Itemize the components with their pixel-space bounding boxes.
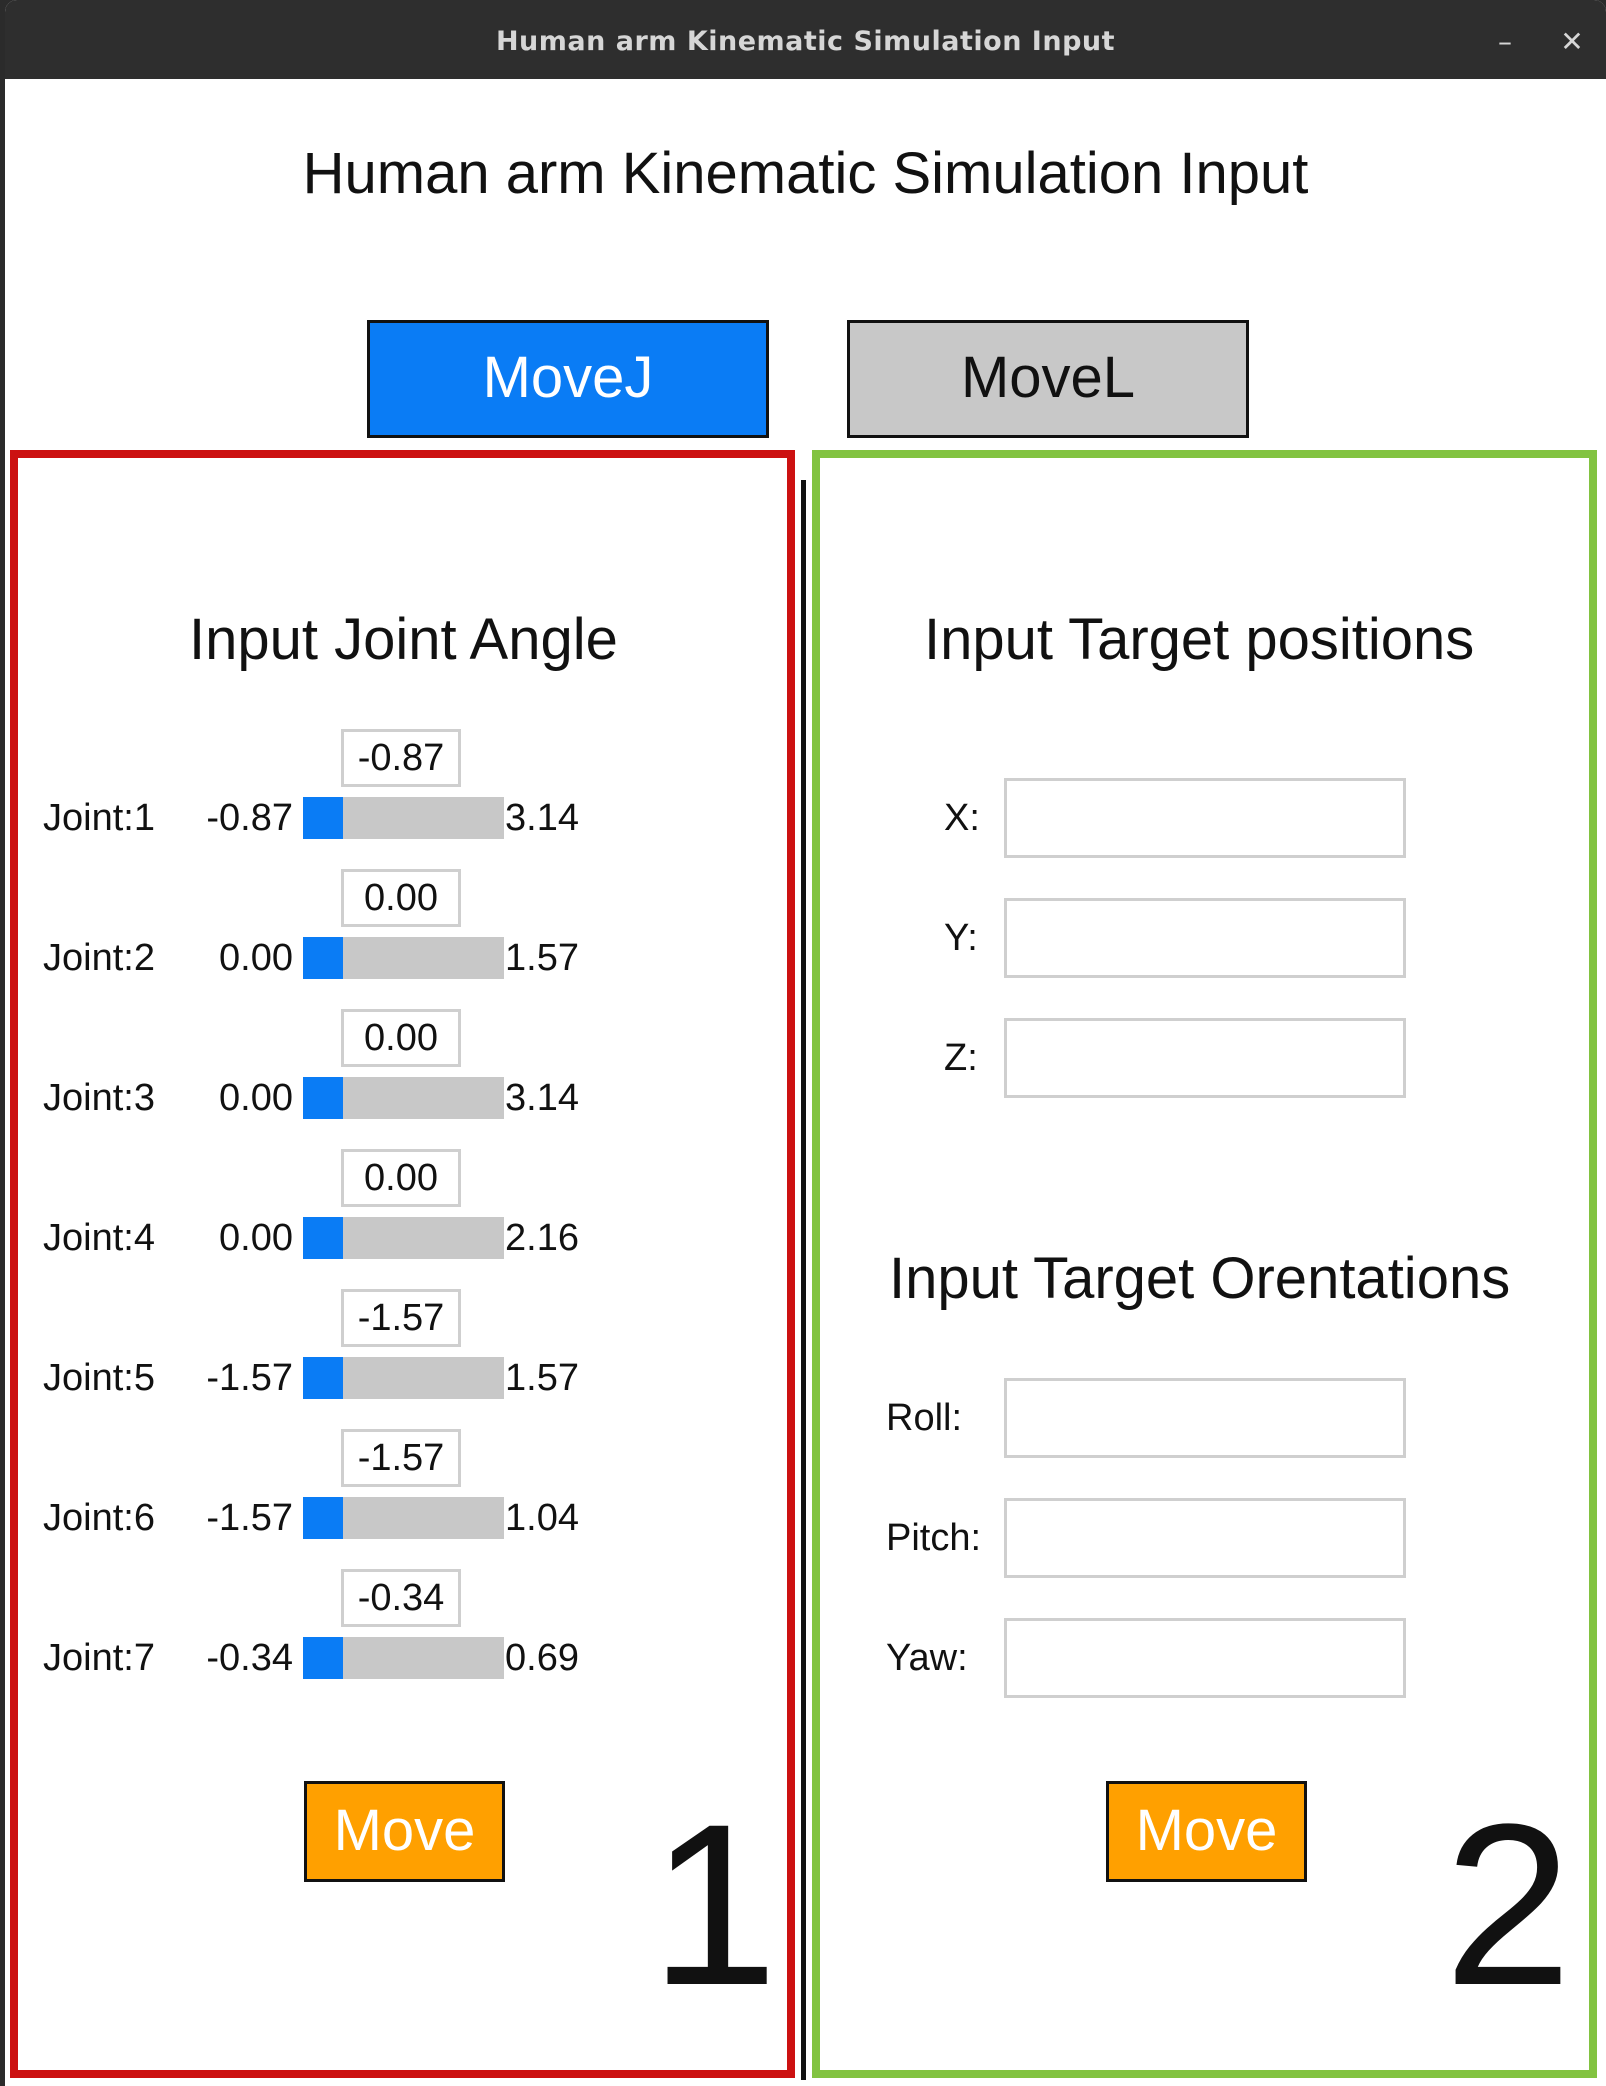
joint-min-value: -0.87 [206,797,293,839]
joint-max-value: 1.04 [505,1497,579,1539]
panel-marker-1: 1 [650,1776,778,2033]
joint-slider[interactable] [303,937,504,979]
joint-slider[interactable] [303,797,504,839]
joint-value-box[interactable]: -0.34 [341,1569,461,1627]
joint-value-box[interactable]: -1.57 [341,1289,461,1347]
joint-label: Joint:1 [43,797,155,839]
panel-divider [801,480,806,2080]
joint-value-box[interactable]: -0.87 [341,729,461,787]
joint-value-box[interactable]: 0.00 [341,1149,461,1207]
joint-label: Joint:5 [43,1357,155,1399]
joint-value-box[interactable]: 0.00 [341,869,461,927]
slider-thumb[interactable] [303,937,343,979]
pitch-label: Pitch: [886,1517,982,1559]
movej-button[interactable]: MoveJ [367,320,769,438]
z-label: Z: [944,1037,978,1079]
joint-max-value: 2.16 [505,1217,579,1259]
pitch-input[interactable] [1004,1498,1406,1578]
page-title: Human arm Kinematic Simulation Input [302,141,1309,206]
joint-label: Joint:4 [43,1217,155,1259]
y-label: Y: [944,917,978,959]
joint-min-value: -1.57 [206,1497,293,1539]
joint-max-value: 3.14 [505,797,579,839]
slider-thumb[interactable] [303,1077,343,1119]
joint-min-value: -0.34 [206,1637,293,1679]
move-target-button[interactable]: Move [1106,1781,1307,1882]
y-input[interactable] [1004,898,1406,978]
slider-thumb[interactable] [303,797,343,839]
joint-slider[interactable] [303,1357,504,1399]
z-input[interactable] [1004,1018,1406,1098]
panel-marker-2: 2 [1444,1776,1572,2033]
joint-min-value: 0.00 [219,1077,293,1119]
joint-min-value: 0.00 [219,937,293,979]
joint-slider[interactable] [303,1077,504,1119]
joint-label: Joint:6 [43,1497,155,1539]
minimize-icon[interactable]: – [1480,0,1530,79]
yaw-input[interactable] [1004,1618,1406,1698]
positions-title: Input Target positions [924,607,1475,672]
window-title: Human arm Kinematic Simulation Input [495,26,1116,57]
x-label: X: [944,797,980,839]
joint-label: Joint:3 [43,1077,155,1119]
joint-min-value: -1.57 [206,1357,293,1399]
x-input[interactable] [1004,778,1406,858]
slider-thumb[interactable] [303,1357,343,1399]
slider-thumb[interactable] [303,1637,343,1679]
yaw-label: Yaw: [886,1637,968,1679]
joint-panel-title: Input Joint Angle [189,607,618,672]
roll-input[interactable] [1004,1378,1406,1458]
joint-max-value: 1.57 [505,1357,579,1399]
move-joints-button[interactable]: Move [304,1781,505,1882]
joint-max-value: 1.57 [505,937,579,979]
title-bar[interactable]: Human arm Kinematic Simulation Input – ✕ [5,0,1606,79]
joint-slider[interactable] [303,1217,504,1259]
joint-slider[interactable] [303,1497,504,1539]
close-icon[interactable]: ✕ [1547,0,1597,79]
orientations-title: Input Target Orentations [889,1246,1511,1311]
joint-min-value: 0.00 [219,1217,293,1259]
joint-value-box[interactable]: 0.00 [341,1009,461,1067]
joint-label: Joint:7 [43,1637,155,1679]
joint-max-value: 0.69 [505,1637,579,1679]
joint-max-value: 3.14 [505,1077,579,1119]
slider-thumb[interactable] [303,1217,343,1259]
roll-label: Roll: [886,1397,963,1439]
joint-label: Joint:2 [43,937,155,979]
joint-value-box[interactable]: -1.57 [341,1429,461,1487]
joint-slider[interactable] [303,1637,504,1679]
slider-thumb[interactable] [303,1497,343,1539]
movel-button[interactable]: MoveL [847,320,1249,438]
